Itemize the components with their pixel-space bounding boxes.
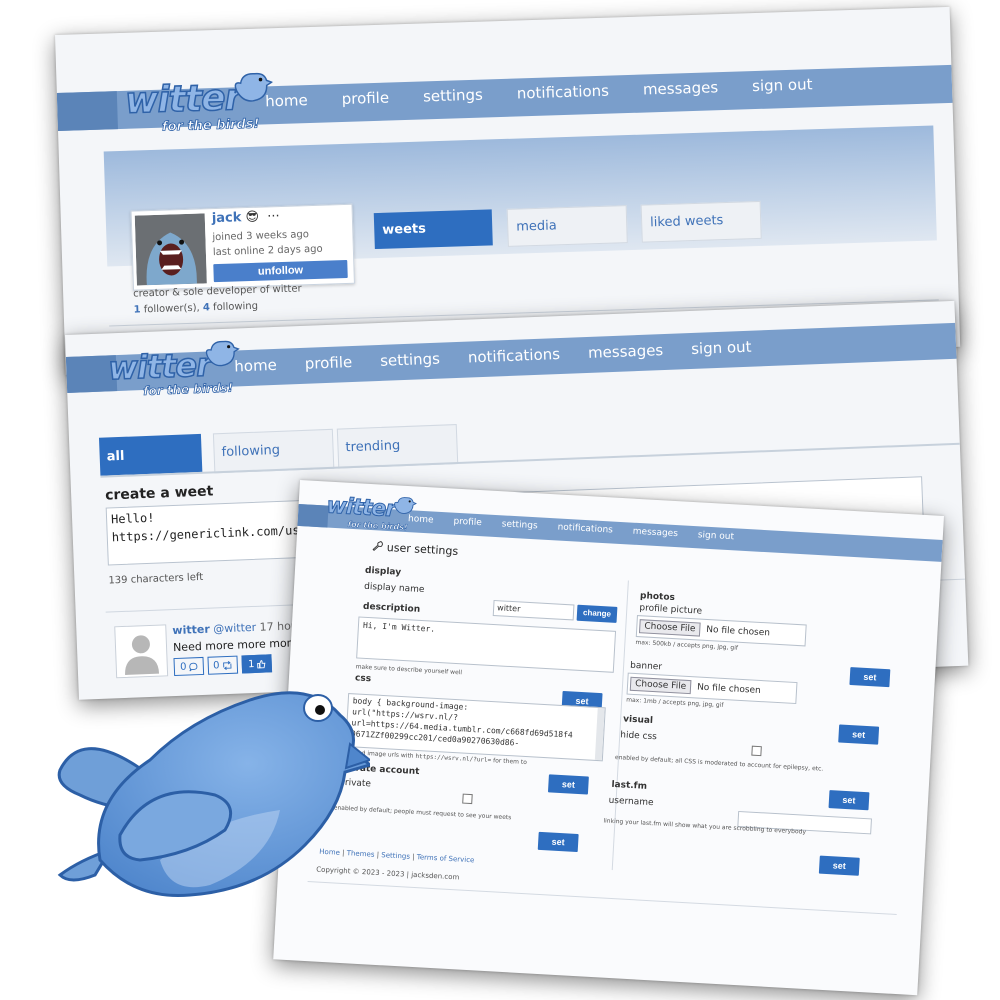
tab-all-label: all <box>106 448 125 465</box>
display-name-value: witter <box>496 603 521 614</box>
set-private-bottom-button[interactable]: set <box>537 831 579 853</box>
banner-label: banner <box>629 660 663 673</box>
tab-following-label: following <box>221 442 281 461</box>
nav-settings[interactable]: settings <box>502 519 538 531</box>
nav-notifications[interactable]: notifications <box>468 345 561 367</box>
last-online-text: last online 2 days ago <box>212 243 323 259</box>
nav-messages[interactable]: messages <box>588 341 664 362</box>
set-private-button[interactable]: set <box>547 774 589 795</box>
composer-heading: create a weet <box>104 483 214 504</box>
nav-home[interactable]: home <box>408 514 434 525</box>
profile-choose-file-button[interactable]: Choose File <box>638 619 701 637</box>
following-count[interactable]: 4 <box>203 302 210 313</box>
profile-no-file-text: No file chosen <box>706 624 771 639</box>
description-value: Hi, I'm Witter. <box>362 620 436 634</box>
nav-profile[interactable]: profile <box>453 517 482 529</box>
unfollow-button[interactable]: unfollow <box>213 259 348 283</box>
private-checkbox[interactable] <box>462 793 473 805</box>
tab-media[interactable]: media <box>506 205 628 247</box>
tab-weets[interactable]: weets <box>373 209 493 250</box>
visual-hint: enabled by default; all CSS is moderated… <box>615 754 845 774</box>
witter-logo[interactable]: witter for the birds! <box>124 72 274 150</box>
banner-no-file-text: No file chosen <box>696 682 762 697</box>
follow-stats: 1 follower(s), 4 following <box>134 301 259 316</box>
visual-hint-text: enabled by default; all CSS is moderated… <box>614 754 824 773</box>
tab-trending-label: trending <box>345 438 401 456</box>
nav-profile[interactable]: profile <box>341 89 389 108</box>
nav-settings[interactable]: settings <box>380 350 440 370</box>
tab-media-label: media <box>516 218 557 235</box>
user-name[interactable]: jack <box>212 210 242 226</box>
display-name-label: display name <box>363 581 425 596</box>
css-hint-b: for them to <box>491 757 528 767</box>
avatar[interactable] <box>134 213 207 286</box>
nav-left-block <box>297 503 329 528</box>
more-options-icon[interactable]: ··· <box>267 209 280 224</box>
joined-text: joined 3 weeks ago <box>212 229 310 244</box>
weet-text-line1: Hello! <box>110 510 155 527</box>
followers-count[interactable]: 1 <box>134 304 141 315</box>
logo-tagline: for the birds! <box>347 519 408 533</box>
profile-picture-label: profile picture <box>639 603 703 617</box>
display-heading: display <box>364 565 402 578</box>
tab-weets-label: weets <box>382 221 427 238</box>
logo-tagline: for the birds! <box>142 380 234 399</box>
description-heading: description <box>362 601 421 615</box>
hide-css-label: hide css <box>619 730 658 743</box>
description-textarea[interactable]: Hi, I'm Witter. <box>356 616 617 673</box>
nav-left-block <box>56 91 118 131</box>
nav-notifications[interactable]: notifications <box>517 82 610 103</box>
visual-heading: visual <box>622 714 654 727</box>
tab-all[interactable]: all <box>98 433 203 476</box>
settings-title: user settings <box>372 540 458 558</box>
wrench-icon <box>372 541 383 551</box>
chars-left: 139 characters left <box>108 571 204 587</box>
footer-terms[interactable]: Terms of Service <box>417 853 475 864</box>
set-lastfm-button[interactable]: set <box>828 790 870 811</box>
photos-heading: photos <box>639 591 676 604</box>
logo-tagline: for the birds! <box>161 116 260 135</box>
nav-settings[interactable]: settings <box>423 86 483 106</box>
set-visual-button[interactable]: set <box>838 724 880 745</box>
logo-word: witter <box>325 493 396 523</box>
css-scrollbar[interactable] <box>594 707 605 761</box>
nav-sign-out[interactable]: sign out <box>752 75 813 95</box>
column-divider <box>611 580 629 871</box>
witter-logo[interactable]: witter for the birds! <box>107 340 251 419</box>
user-card: jack 😎 ··· joined 3 weeks ago last onlin… <box>130 203 355 291</box>
nav-sign-out[interactable]: sign out <box>698 530 735 542</box>
nav-sign-out[interactable]: sign out <box>691 338 752 358</box>
css-hint-code: https://wsrv.nl/?url= <box>415 752 492 765</box>
settings-title-text: user settings <box>386 540 459 558</box>
nav-home[interactable]: home <box>265 91 308 110</box>
settings-page-screenshot: witter for the birds! home profile setti… <box>273 480 944 996</box>
post-author[interactable]: witter <box>172 623 210 637</box>
hide-css-checkbox[interactable] <box>751 745 762 757</box>
tab-liked-weets-label: liked weets <box>649 213 724 231</box>
nav-messages[interactable]: messages <box>643 78 719 98</box>
description-hint: make sure to describe yourself well <box>355 663 463 677</box>
following-label: following <box>212 300 259 314</box>
footer-settings[interactable]: Settings <box>381 851 410 861</box>
witter-bird-mascot-icon <box>57 691 370 898</box>
footer-divider <box>307 881 897 915</box>
set-photos-button[interactable]: set <box>849 667 891 688</box>
user-emoji: 😎 <box>245 209 260 226</box>
tab-liked-weets[interactable]: liked weets <box>640 200 762 243</box>
change-display-name-button[interactable]: change <box>576 604 618 623</box>
nav-profile[interactable]: profile <box>304 353 352 373</box>
lastfm-heading: last.fm <box>611 779 648 792</box>
banner-choose-file-button[interactable]: Choose File <box>629 676 692 695</box>
display-name-input[interactable]: witter <box>492 599 575 621</box>
set-lastfm-bottom-button[interactable]: set <box>818 855 860 876</box>
logo-word: witter <box>124 76 243 122</box>
post-handle[interactable]: @witter <box>213 621 256 636</box>
followers-label: follower(s), <box>143 302 200 316</box>
logo-bird-icon <box>394 497 418 514</box>
nav-home[interactable]: home <box>234 356 277 376</box>
